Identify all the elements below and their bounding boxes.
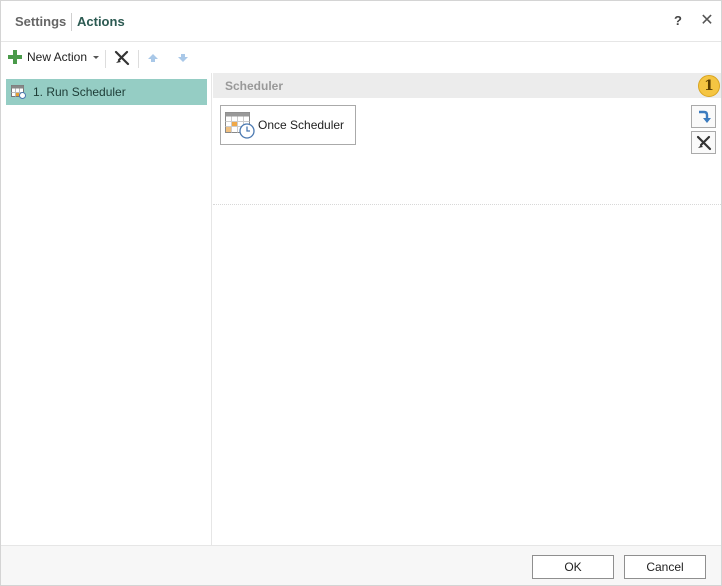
breadcrumb-actions: Actions bbox=[77, 14, 125, 29]
step-number-badge: 1 bbox=[698, 75, 720, 97]
section-header: Scheduler 1 bbox=[213, 73, 721, 98]
insert-action-button[interactable] bbox=[691, 105, 716, 128]
move-down-icon bbox=[178, 54, 188, 62]
ok-button[interactable]: OK bbox=[532, 555, 614, 579]
help-button[interactable]: ? bbox=[671, 13, 685, 29]
clear-icon bbox=[114, 50, 130, 66]
breadcrumb-settings[interactable]: Settings bbox=[15, 14, 66, 29]
clear-button[interactable] bbox=[112, 48, 132, 68]
tree-item-label: 1. Run Scheduler bbox=[33, 85, 126, 99]
title-bar: Settings Actions ? ✕ bbox=[1, 1, 721, 42]
section-title: Scheduler bbox=[225, 79, 284, 93]
new-action-button[interactable]: New Action bbox=[8, 48, 100, 66]
close-button[interactable]: ✕ bbox=[700, 12, 714, 30]
toolbar-separator bbox=[105, 50, 106, 68]
tree-item-run-scheduler[interactable]: 1. Run Scheduler bbox=[6, 79, 207, 105]
dialog-footer: OK Cancel bbox=[1, 545, 721, 585]
action-detail-panel: Scheduler 1 Once Scheduler bbox=[213, 73, 721, 545]
cancel-button[interactable]: Cancel bbox=[624, 555, 706, 579]
plus-icon bbox=[8, 50, 22, 64]
insert-arrow-icon bbox=[698, 110, 711, 123]
move-up-button[interactable] bbox=[143, 48, 163, 68]
action-tree-panel: 1. Run Scheduler bbox=[1, 73, 212, 545]
scheduler-icon bbox=[11, 85, 26, 99]
once-scheduler-label: Once Scheduler bbox=[258, 118, 345, 132]
actions-dialog: Settings Actions ? ✕ New Action 1. Run S… bbox=[0, 0, 722, 586]
chevron-down-icon bbox=[93, 55, 100, 59]
toolbar-separator bbox=[138, 50, 139, 68]
clear-scheduler-button[interactable] bbox=[691, 131, 716, 154]
clear-icon bbox=[696, 135, 711, 150]
breadcrumb-separator bbox=[71, 13, 72, 31]
once-scheduler-card[interactable]: Once Scheduler bbox=[220, 105, 356, 145]
new-action-label: New Action bbox=[27, 50, 88, 64]
move-up-icon bbox=[148, 54, 158, 62]
section-divider bbox=[213, 204, 721, 205]
move-down-button[interactable] bbox=[173, 48, 193, 68]
toolbar: New Action bbox=[1, 42, 721, 73]
calendar-clock-icon bbox=[225, 112, 255, 139]
